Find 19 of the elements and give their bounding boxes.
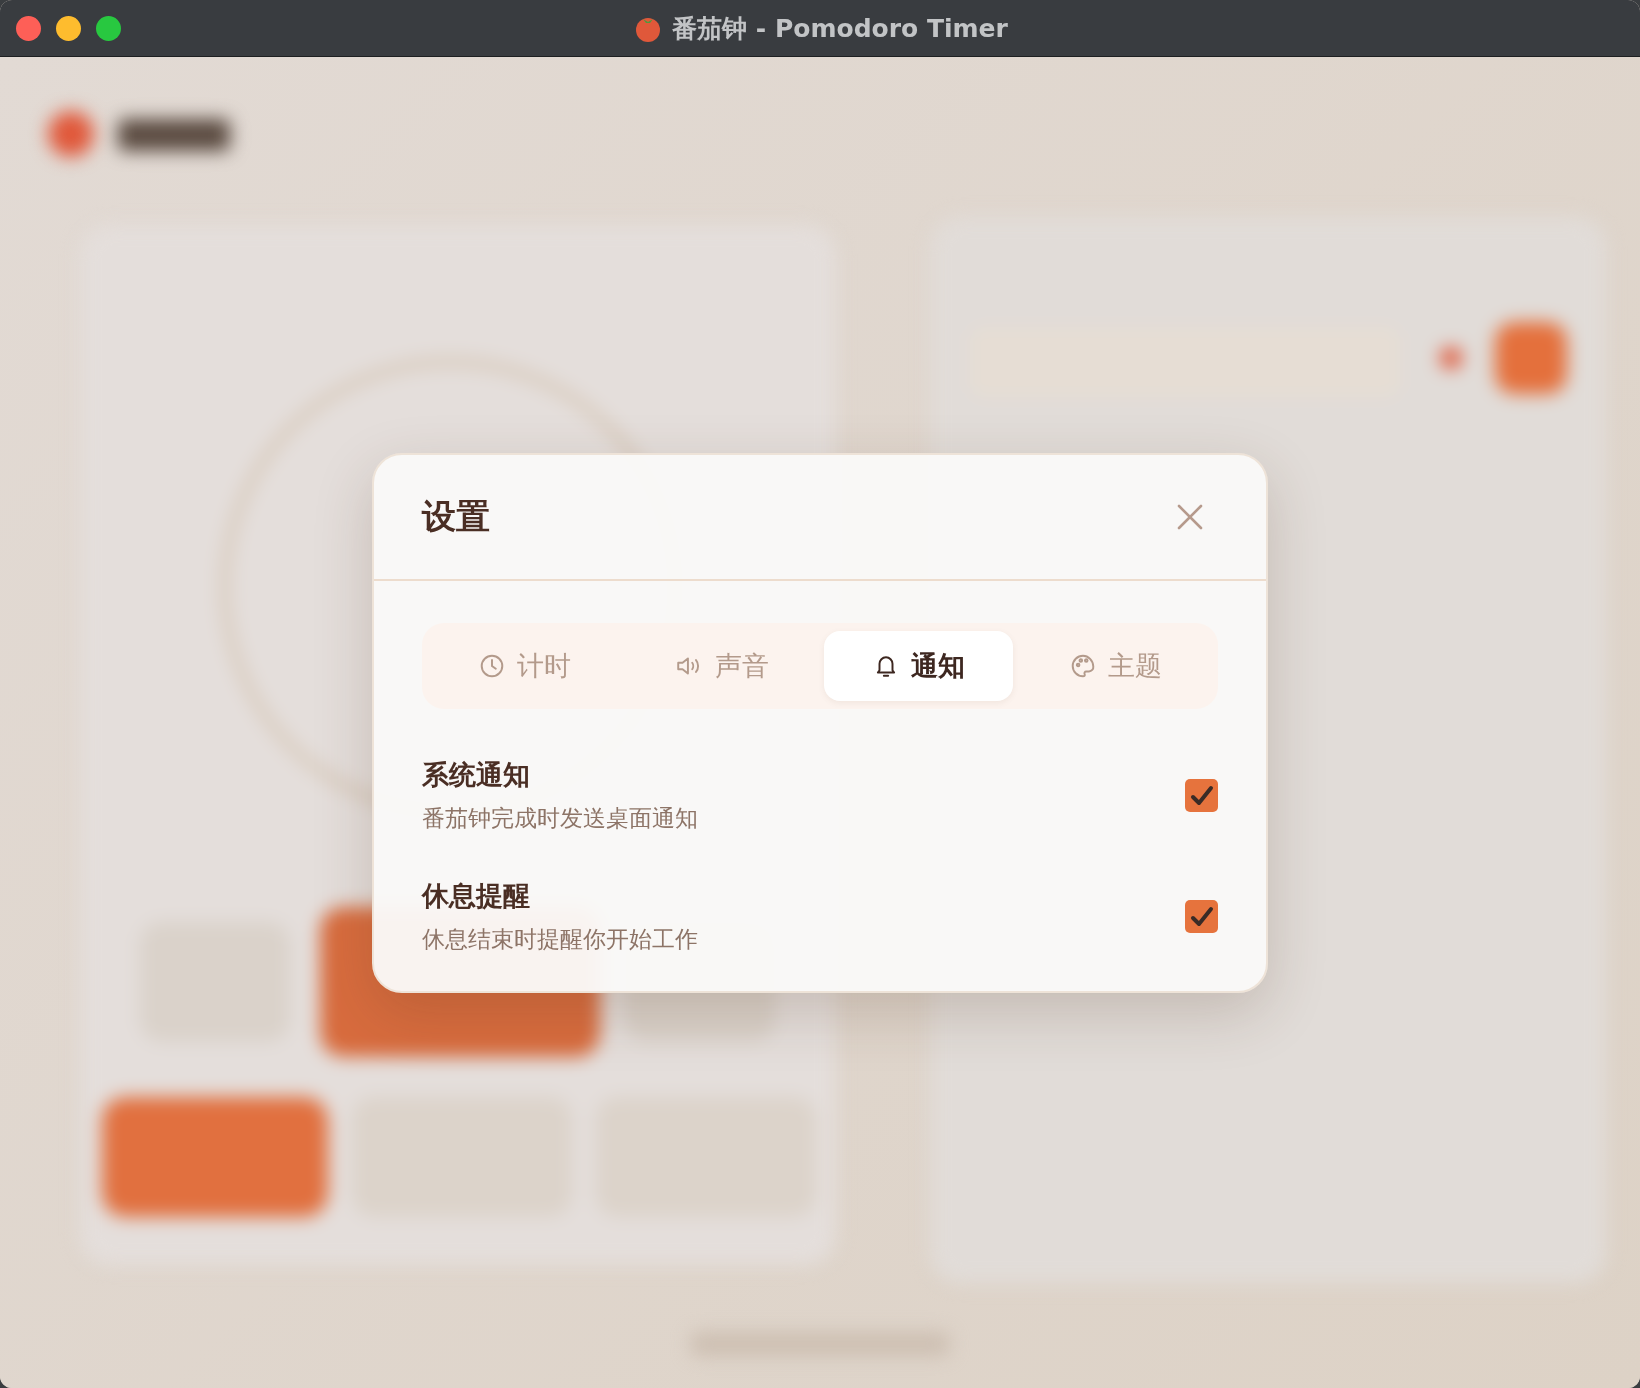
checkbox[interactable] xyxy=(1185,900,1218,933)
setting-title: 系统通知 xyxy=(422,758,531,792)
dialog-title: 设置 xyxy=(422,495,490,538)
close-window-button[interactable] xyxy=(16,15,41,41)
window-title: 番茄钟 - Pomodoro Timer xyxy=(672,12,1008,45)
checkbox[interactable] xyxy=(1185,779,1218,812)
clock-icon xyxy=(478,653,505,679)
setting-description: 番茄钟完成时发送桌面通知 xyxy=(422,804,698,833)
zoom-window-button[interactable] xyxy=(96,15,121,41)
setting-title: 休息提醒 xyxy=(422,879,531,913)
setting-description: 休息结束时提醒你开始工作 xyxy=(422,925,698,954)
settings-tab[interactable]: 声音 xyxy=(627,631,816,701)
settings-tab[interactable]: 主题 xyxy=(1021,631,1210,701)
checkmark-icon xyxy=(1189,905,1214,928)
checkmark-icon xyxy=(1189,784,1214,807)
palette-icon xyxy=(1069,653,1096,679)
settings-tab[interactable]: 计时 xyxy=(430,631,619,701)
minimize-window-button[interactable] xyxy=(56,15,81,41)
settings-tab[interactable]: 通知 xyxy=(824,631,1013,701)
